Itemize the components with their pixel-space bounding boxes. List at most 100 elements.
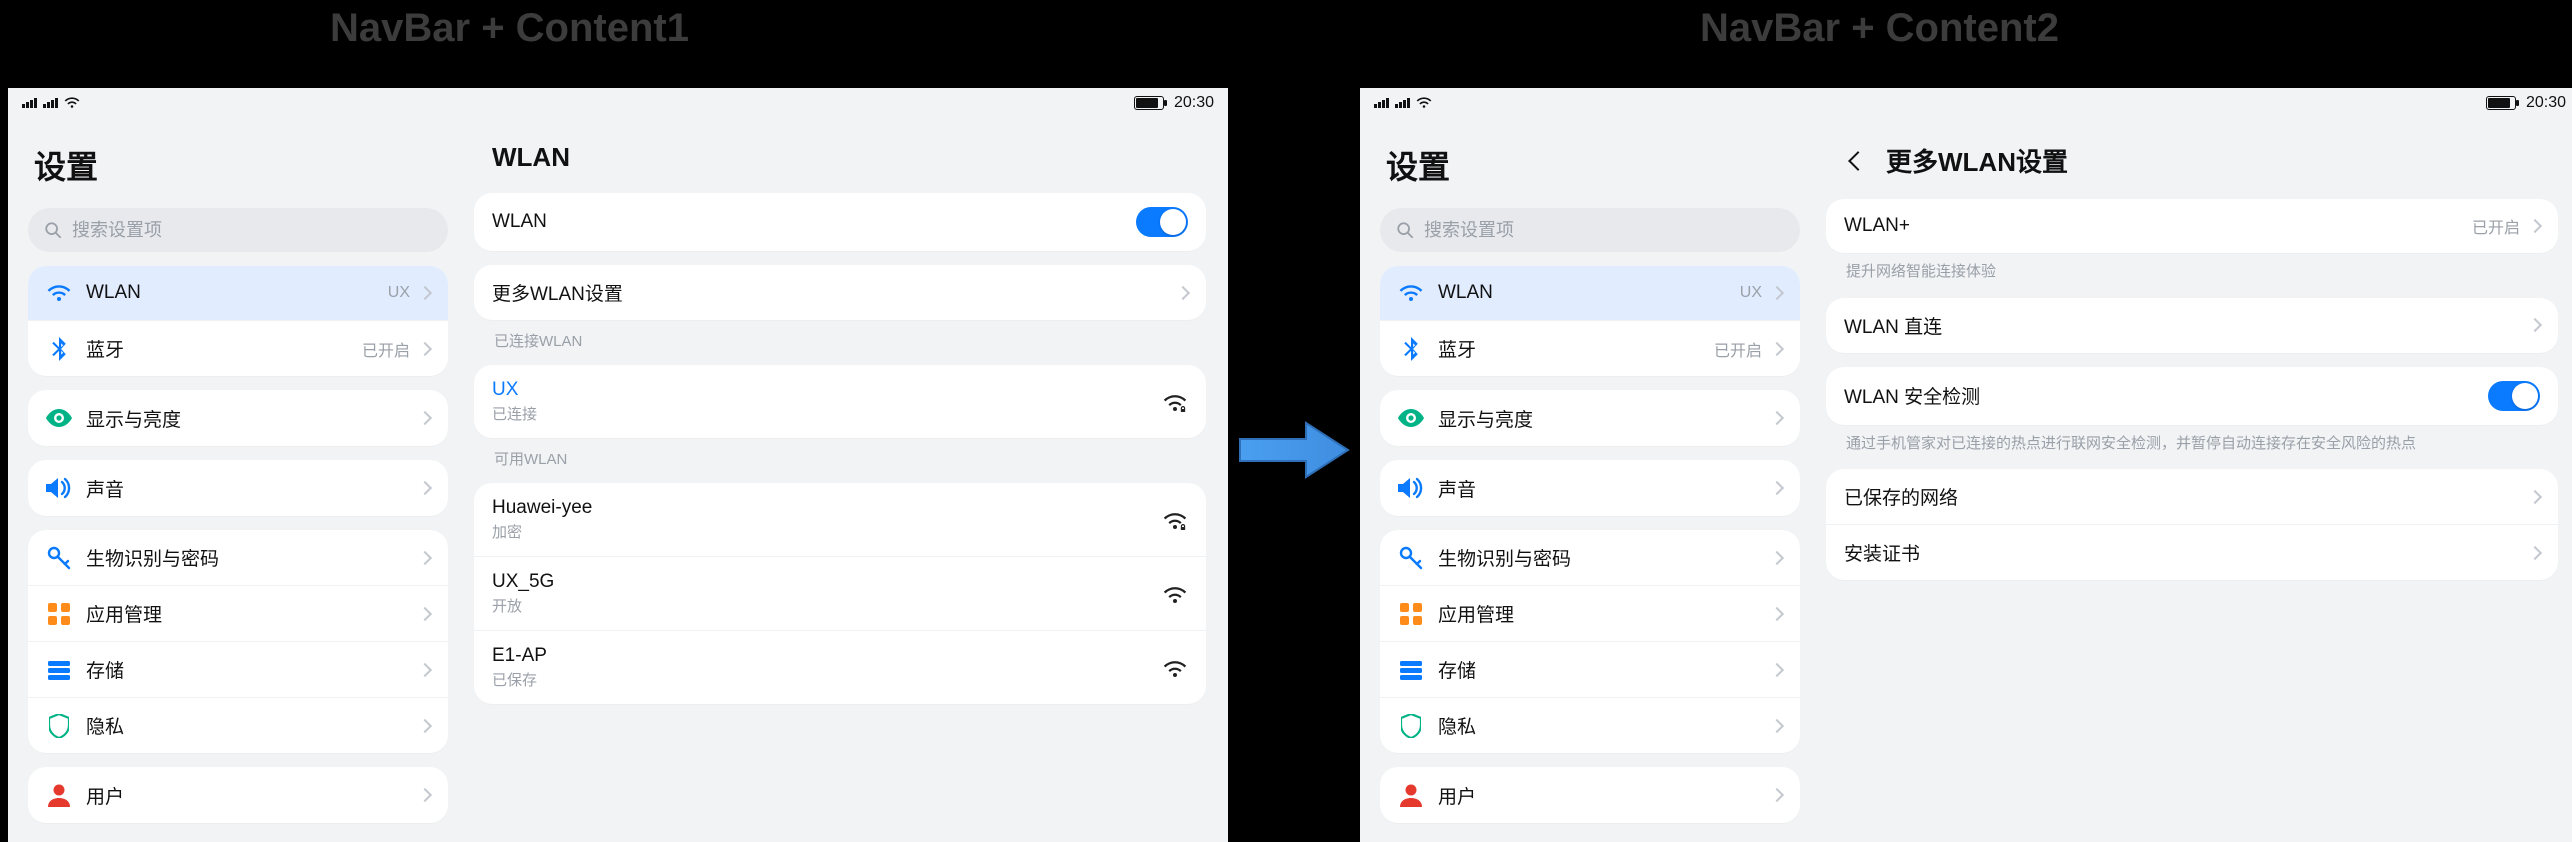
network-status: 加密 (492, 521, 1148, 542)
chevron-right-icon (1770, 718, 1784, 732)
nav-tail: UX (388, 284, 410, 302)
chevron-right-icon (418, 606, 432, 620)
nav-item-privacy[interactable]: 隐私 (1380, 697, 1800, 753)
network-ssid: UX (492, 379, 1148, 401)
search-box[interactable] (28, 208, 448, 252)
status-bar: 20:30 (8, 88, 1228, 118)
wifi-signal-icon (1162, 657, 1188, 679)
chevron-right-icon (2528, 489, 2542, 503)
connected-network-row[interactable]: UX 已连接 (474, 365, 1206, 438)
chevron-right-icon (1770, 411, 1784, 425)
battery-icon (1134, 96, 1164, 110)
saved-networks-row[interactable]: 已保存的网络 (1826, 469, 2558, 524)
nav-item-sound[interactable]: 声音 (28, 460, 448, 516)
nav-label: 生物识别与密码 (86, 544, 406, 571)
wifi-status-icon (64, 97, 80, 109)
wlan-plus-row[interactable]: WLAN+ 已开启 (1826, 199, 2558, 253)
nav-item-biometric[interactable]: 生物识别与密码 (28, 530, 448, 585)
battery-icon (2486, 96, 2516, 110)
nav-item-biometric[interactable]: 生物识别与密码 (1380, 530, 1800, 585)
row-label: WLAN+ (1844, 215, 2458, 237)
content-title: WLAN (474, 132, 1206, 179)
wifi-signal-icon (1162, 583, 1188, 605)
section-caption: 可用WLAN (474, 448, 1206, 469)
sound-icon (46, 475, 72, 501)
search-input[interactable] (72, 220, 432, 241)
search-box[interactable] (1380, 208, 1800, 252)
nav-tail: 已开启 (362, 337, 410, 361)
chevron-right-icon (1770, 286, 1784, 300)
nav-label: WLAN (86, 282, 374, 304)
install-cert-row[interactable]: 安装证书 (1826, 524, 2558, 580)
available-network-row[interactable]: E1-AP已保存 (474, 630, 1206, 704)
wlan-security-row[interactable]: WLAN 安全检测 (1826, 367, 2558, 425)
nav-pane: 设置 WLAN UX (8, 118, 468, 842)
chevron-right-icon (2528, 318, 2542, 332)
content-title-with-back: 更多WLAN设置 (1826, 132, 2558, 185)
wlan-toggle-row[interactable]: WLAN (474, 193, 1206, 251)
signal-icon (1395, 98, 1410, 108)
wifi-status-icon (1416, 97, 1432, 109)
key-icon (1398, 545, 1424, 571)
nav-tail: 已开启 (1714, 337, 1762, 361)
available-network-row[interactable]: UX_5G开放 (474, 556, 1206, 630)
wlan-security-hint: 通过手机管家对已连接的热点进行联网安全检测，并暂停自动连接存在安全风险的热点 (1826, 433, 2558, 456)
network-ssid: Huawei-yee (492, 497, 1148, 519)
storage-icon (1398, 657, 1424, 683)
row-label: WLAN 安全检测 (1844, 382, 2474, 409)
shield-icon (1398, 713, 1424, 739)
caption-right: NavBar + Content2 (1700, 6, 2059, 51)
nav-item-apps[interactable]: 应用管理 (28, 585, 448, 641)
bluetooth-icon (1398, 336, 1424, 362)
content-title-text: 更多WLAN设置 (1886, 142, 2068, 179)
nav-item-display[interactable]: 显示与亮度 (28, 390, 448, 446)
chevron-right-icon (418, 662, 432, 676)
user-icon (46, 782, 72, 808)
back-button[interactable] (1844, 147, 1872, 175)
shield-icon (46, 713, 72, 739)
nav-label: 声音 (86, 475, 406, 502)
nav-item-apps[interactable]: 应用管理 (1380, 585, 1800, 641)
caption-left: NavBar + Content1 (330, 6, 689, 51)
nav-label: 用户 (1438, 782, 1758, 809)
signal-icon (1374, 98, 1389, 108)
chevron-right-icon (1770, 606, 1784, 620)
nav-item-bluetooth[interactable]: 蓝牙 已开启 (1380, 320, 1800, 376)
nav-item-user[interactable]: 用户 (28, 767, 448, 823)
eye-icon (1398, 405, 1424, 431)
nav-label: 存储 (86, 656, 406, 683)
user-icon (1398, 782, 1424, 808)
nav-item-privacy[interactable]: 隐私 (28, 697, 448, 753)
available-network-row[interactable]: Huawei-yee加密 (474, 483, 1206, 556)
nav-item-storage[interactable]: 存储 (28, 641, 448, 697)
wlan-direct-row[interactable]: WLAN 直连 (1826, 298, 2558, 353)
nav-item-wlan[interactable]: WLAN UX (1380, 266, 1800, 320)
more-wlan-settings-row[interactable]: 更多WLAN设置 (474, 265, 1206, 320)
back-arrow-icon (1848, 151, 1868, 171)
nav-item-sound[interactable]: 声音 (1380, 460, 1800, 516)
transition-arrow (1236, 410, 1352, 490)
search-input[interactable] (1424, 220, 1784, 241)
network-status: 已连接 (492, 403, 1148, 424)
nav-item-user[interactable]: 用户 (1380, 767, 1800, 823)
nav-item-wlan[interactable]: WLAN UX (28, 266, 448, 320)
nav-tail: UX (1740, 284, 1762, 302)
nav-title: 设置 (1380, 132, 1800, 194)
chevron-right-icon (418, 550, 432, 564)
nav-item-display[interactable]: 显示与亮度 (1380, 390, 1800, 446)
nav-label: WLAN (1438, 282, 1726, 304)
nav-label: 显示与亮度 (86, 405, 406, 432)
wifi-icon (46, 280, 72, 306)
nav-label: 隐私 (1438, 712, 1758, 739)
nav-label: 声音 (1438, 475, 1758, 502)
network-status: 开放 (492, 595, 1148, 616)
chevron-right-icon (418, 481, 432, 495)
nav-label: 存储 (1438, 656, 1758, 683)
toggle-switch[interactable] (1136, 207, 1188, 237)
toggle-switch[interactable] (2488, 381, 2540, 411)
chevron-right-icon (418, 286, 432, 300)
nav-label: 隐私 (86, 712, 406, 739)
nav-item-bluetooth[interactable]: 蓝牙 已开启 (28, 320, 448, 376)
nav-item-storage[interactable]: 存储 (1380, 641, 1800, 697)
wlan-plus-hint: 提升网络智能连接体验 (1826, 261, 2558, 284)
